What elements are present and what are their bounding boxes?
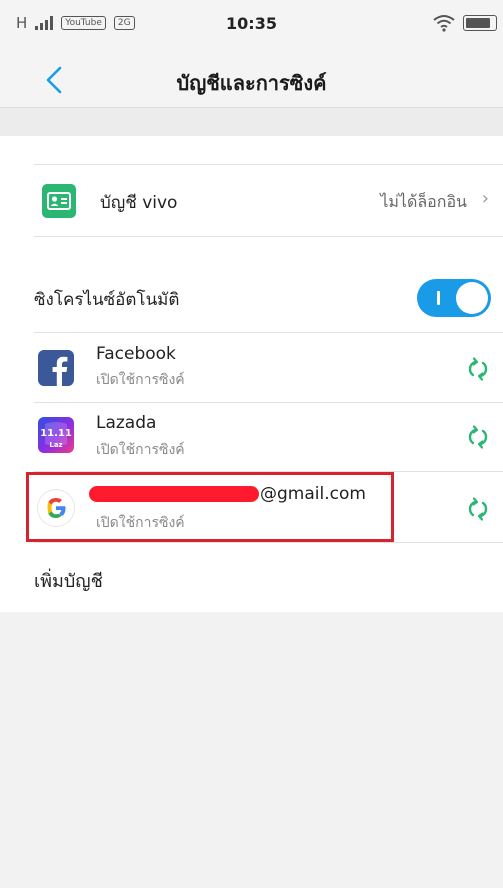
- status-right: [433, 14, 497, 32]
- account-name: Lazada: [96, 413, 157, 433]
- sync-icon[interactable]: [465, 496, 491, 522]
- status-bar: H YouTube 2G 10:35: [0, 0, 503, 50]
- app-header: บัญชีและการซิงค์: [0, 50, 503, 108]
- login-status: ไม่ได้ล็อกอิน: [380, 192, 467, 211]
- wifi-icon: [433, 15, 455, 32]
- account-row-lazada[interactable]: 11.11 Laz Lazada เปิดใช้การซิงค์: [34, 403, 503, 471]
- sync-icon[interactable]: [465, 424, 491, 450]
- account-row-facebook[interactable]: Facebook เปิดใช้การซิงค์: [34, 333, 503, 403]
- add-account-label: เพิ่มบัญชี: [34, 571, 103, 592]
- battery-icon: [463, 15, 497, 31]
- highlight-box: [26, 472, 394, 542]
- account-sync-status: เปิดใช้การซิงค์: [96, 442, 185, 458]
- contact-card-icon: [42, 184, 76, 218]
- chevron-right-icon: ›: [481, 188, 489, 209]
- toggle-knob: [456, 282, 488, 314]
- svg-text:Laz: Laz: [49, 441, 62, 449]
- section-gap: [0, 108, 503, 136]
- facebook-icon: [38, 350, 74, 386]
- svg-text:11.11: 11.11: [40, 428, 72, 439]
- toggle-on-indicator: [437, 291, 440, 305]
- auto-sync-label: ซิงโครไนซ์อัตโนมัติ: [34, 290, 180, 310]
- clock: 10:35: [226, 14, 277, 33]
- account-name: Facebook: [96, 344, 176, 364]
- divider: [34, 236, 503, 237]
- vivo-account-row[interactable]: บัญชี vivo ไม่ได้ล็อกอิน ›: [34, 165, 503, 237]
- lazada-icon: 11.11 Laz: [38, 417, 74, 453]
- auto-sync-toggle[interactable]: [417, 279, 491, 317]
- account-sync-status: เปิดใช้การซิงค์: [96, 372, 185, 388]
- vivo-account-label: บัญชี vivo: [100, 193, 178, 213]
- auto-sync-row: ซิงโครไนซ์อัตโนมัติ: [34, 262, 503, 332]
- sync-icon[interactable]: [465, 356, 491, 382]
- add-account-row[interactable]: เพิ่มบัญชี: [34, 543, 503, 611]
- page-title: บัญชีและการซิงค์: [176, 71, 327, 95]
